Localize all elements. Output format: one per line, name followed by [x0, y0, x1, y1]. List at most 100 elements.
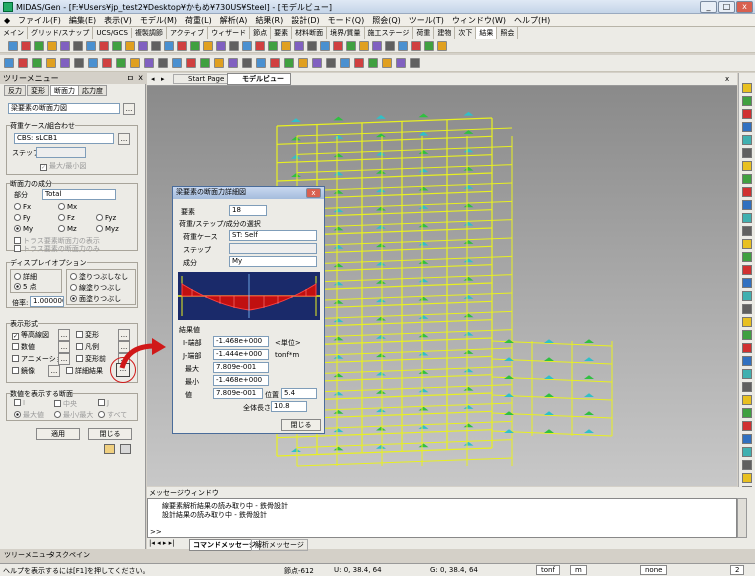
dialog-close-button[interactable]: 閉じる: [281, 419, 321, 431]
menu-view[interactable]: 表示(V): [100, 14, 136, 27]
tab-model-view[interactable]: モデルビュー: [227, 73, 291, 85]
view-tool-icon[interactable]: [742, 460, 752, 470]
legend-checkbox[interactable]: 凡例: [76, 342, 99, 352]
toolbar-tool-icon[interactable]: [298, 58, 308, 68]
view-tool-icon[interactable]: [742, 239, 752, 249]
toolbar-tool-icon[interactable]: [99, 41, 109, 51]
view-tool-icon[interactable]: [742, 434, 752, 444]
view-tool-icon[interactable]: [742, 187, 752, 197]
contour-options-button[interactable]: ...: [58, 329, 70, 341]
load-case-select[interactable]: CBS: sLCB1: [14, 133, 114, 144]
toolbar-tool-icon[interactable]: [21, 41, 31, 51]
position-input[interactable]: 5.4: [281, 388, 317, 399]
filter-select[interactable]: none: [640, 565, 668, 575]
toolbar-tool-icon[interactable]: [112, 41, 122, 51]
menu-load[interactable]: 荷重(L): [181, 14, 216, 27]
toolbar-tool-icon[interactable]: [74, 58, 84, 68]
toolbar-tool-icon[interactable]: [326, 58, 336, 68]
menu-results[interactable]: 結果(R): [251, 14, 287, 27]
ribbon-tab-building[interactable]: 建物: [434, 27, 456, 39]
result-type-select[interactable]: 梁要素の断面力図: [8, 103, 120, 114]
toolbar-tool-icon[interactable]: [424, 41, 434, 51]
app-menu-icon[interactable]: ◆: [0, 15, 14, 26]
force-unit-select[interactable]: tonf: [536, 565, 560, 575]
view-tool-icon[interactable]: [742, 265, 752, 275]
ribbon-tab-next[interactable]: 次下: [455, 27, 477, 39]
radio-no-fill[interactable]: 塗りつぶしなし: [70, 272, 128, 282]
message-log[interactable]: 線要素解析結果の読み取り中 - 鉄骨設計 設計結果の読み取り中 - 鉄骨設計 >…: [147, 498, 737, 538]
truss-only-checkbox[interactable]: トラス要素の断面力のみ: [14, 244, 100, 254]
toolbar-tool-icon[interactable]: [86, 41, 96, 51]
print-icon[interactable]: [120, 444, 131, 454]
folder-icon[interactable]: [104, 444, 115, 454]
toolbar-tool-icon[interactable]: [411, 41, 421, 51]
view-tool-icon[interactable]: [742, 356, 752, 366]
view-tool-icon[interactable]: [742, 473, 752, 483]
toolbar-tool-icon[interactable]: [172, 58, 182, 68]
mirror-checkbox[interactable]: 鏡像: [12, 366, 35, 376]
toolbar-tool-icon[interactable]: [138, 41, 148, 51]
toolbar-tool-icon[interactable]: [200, 58, 210, 68]
tab-scroll-left-icon[interactable]: ◂: [151, 75, 155, 83]
tab-reaction[interactable]: 反力: [4, 85, 26, 96]
value-options-button[interactable]: ...: [58, 341, 70, 353]
radio-mz[interactable]: Mz: [58, 225, 77, 233]
toolbar-tool-icon[interactable]: [164, 41, 174, 51]
toolbar-tool-icon[interactable]: [312, 58, 322, 68]
scale-input[interactable]: 1.000000: [30, 296, 64, 307]
detail-result-checkbox[interactable]: 詳細結果: [66, 366, 103, 376]
view-tool-icon[interactable]: [742, 252, 752, 262]
toolbar-tool-icon[interactable]: [88, 58, 98, 68]
toolbar-tool-icon[interactable]: [382, 58, 392, 68]
ribbon-tab-copy[interactable]: 複製調節: [132, 27, 167, 39]
menu-design[interactable]: 設計(D): [287, 14, 323, 27]
menu-model[interactable]: モデル(M): [136, 14, 181, 27]
toolbar-tool-icon[interactable]: [60, 41, 70, 51]
toolbar-tool-icon[interactable]: [4, 58, 14, 68]
undeformed-checkbox[interactable]: 変形前: [76, 354, 106, 364]
view-tool-icon[interactable]: [742, 304, 752, 314]
toolbar-tool-icon[interactable]: [73, 41, 83, 51]
comp-select[interactable]: My: [229, 256, 317, 267]
radio-my[interactable]: My: [14, 225, 33, 233]
toolbar-tool-icon[interactable]: [359, 41, 369, 51]
view-tool-icon[interactable]: [742, 278, 752, 288]
radio-fyz[interactable]: Fyz: [96, 214, 116, 222]
length-unit-select[interactable]: m: [570, 565, 587, 575]
toolbar-tool-icon[interactable]: [307, 41, 317, 51]
radio-fy[interactable]: Fy: [14, 214, 31, 222]
load-case-more-button[interactable]: ...: [118, 133, 130, 145]
ribbon-tab-node[interactable]: 節点: [250, 27, 272, 39]
ribbon-tab-stage[interactable]: 施工ステージ: [365, 27, 414, 39]
ribbon-tab-ucs[interactable]: UCS/GCS: [93, 28, 132, 38]
view-tool-icon[interactable]: [742, 408, 752, 418]
minimize-button[interactable]: _: [700, 1, 717, 13]
toolbar-tool-icon[interactable]: [268, 41, 278, 51]
toolbar-tool-icon[interactable]: [340, 58, 350, 68]
toolbar-tool-icon[interactable]: [284, 58, 294, 68]
view-tool-icon[interactable]: [742, 161, 752, 171]
view-tool-icon[interactable]: [742, 421, 752, 431]
radio-detail[interactable]: 詳細: [14, 272, 37, 282]
contour-checkbox[interactable]: ✓ 等高線図: [12, 330, 49, 340]
dialog-close-icon[interactable]: x: [306, 188, 321, 198]
toolbar-tool-icon[interactable]: [320, 41, 330, 51]
tab-command-message[interactable]: コマンドメッセージ: [189, 539, 260, 551]
toolbar-tool-icon[interactable]: [229, 41, 239, 51]
section-j-checkbox[interactable]: J: [98, 399, 109, 407]
toolbar-tool-icon[interactable]: [216, 41, 226, 51]
bottom-tab-tree[interactable]: ツリーメニュー: [4, 550, 53, 560]
toolbar-tool-icon[interactable]: [177, 41, 187, 51]
toolbar-tool-icon[interactable]: [385, 41, 395, 51]
ribbon-tab-results[interactable]: 結果: [476, 27, 498, 39]
dialog-step-select[interactable]: [229, 243, 317, 254]
toolbar-tool-icon[interactable]: [242, 41, 252, 51]
ribbon-tab-wizard[interactable]: ウィザード: [208, 27, 251, 39]
section-all-radio[interactable]: すべて: [98, 410, 127, 420]
toolbar-tool-icon[interactable]: [116, 58, 126, 68]
mirror-options-button[interactable]: ...: [48, 365, 60, 377]
toolbar-tool-icon[interactable]: [228, 58, 238, 68]
tab-force[interactable]: 断面力: [50, 85, 79, 96]
menu-help[interactable]: ヘルプ(H): [510, 14, 554, 27]
doc-close-icon[interactable]: x: [725, 75, 729, 83]
